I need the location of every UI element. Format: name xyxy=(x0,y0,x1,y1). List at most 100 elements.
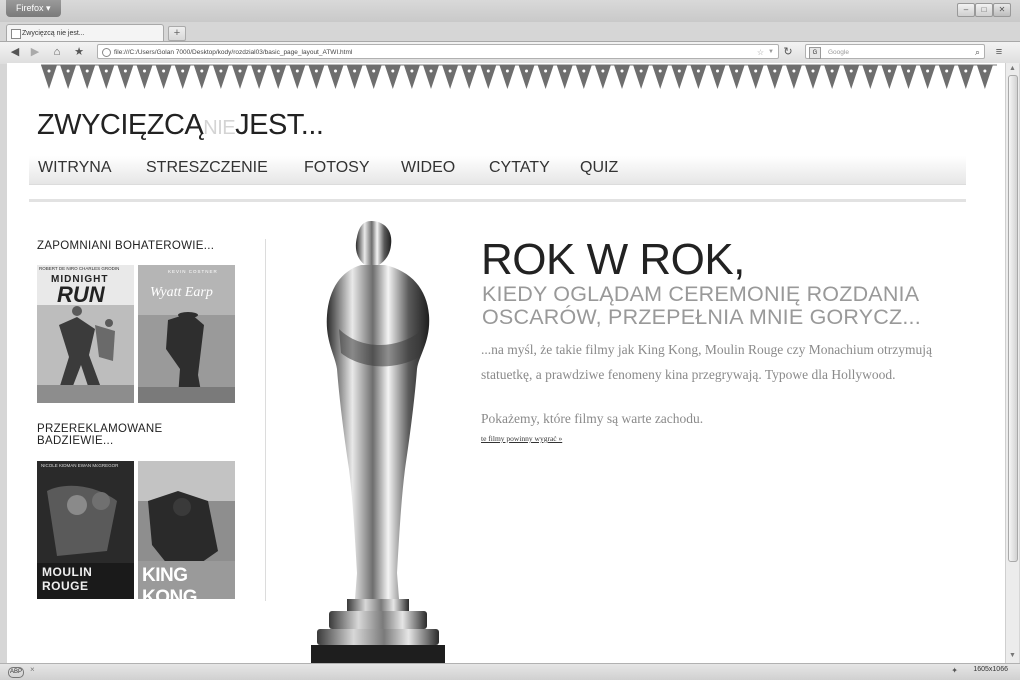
chevron-down-icon[interactable]: ▼ xyxy=(768,45,774,58)
bunting-flag xyxy=(174,65,191,89)
menu-item-fotosy[interactable]: FOTOSY xyxy=(304,159,370,177)
bunting-flag xyxy=(136,65,153,89)
bunting-flag xyxy=(403,65,420,89)
bunting-flag xyxy=(79,65,96,89)
bunting-star xyxy=(639,69,643,73)
poster-midnight-run[interactable]: ROBERT DE NIRO CHARLES GRODIN MIDNIGHT R… xyxy=(37,265,134,403)
bunting-flag xyxy=(346,65,363,89)
navigation-bar: ◀ ▶ ⌂ ★ file:///C:/Users/Golan 7000/Desk… xyxy=(0,41,1020,64)
bunting-star xyxy=(467,69,471,73)
bunting-star xyxy=(391,69,395,73)
site-identity-icon[interactable] xyxy=(102,48,111,57)
close-icon[interactable]: × xyxy=(30,665,35,674)
bunting-flag xyxy=(957,65,974,89)
bunting-flag xyxy=(709,65,726,89)
bunting-flag xyxy=(594,65,611,89)
bunting-flag xyxy=(824,65,841,89)
search-input[interactable]: G Google ⌕ xyxy=(805,44,985,59)
bunting-star xyxy=(525,69,528,73)
bunting-star xyxy=(830,69,834,73)
poster-king-kong[interactable]: KING KONG xyxy=(138,461,235,599)
bunting-star xyxy=(907,69,910,73)
bunting-flag xyxy=(155,65,172,89)
bunting-flag xyxy=(270,65,287,89)
forward-icon[interactable]: ▶ xyxy=(28,44,42,60)
bunting-star xyxy=(334,69,337,73)
bunting-flag xyxy=(442,65,459,89)
poster-title-b: RUN xyxy=(57,282,105,307)
bunting-star xyxy=(696,69,700,73)
close-icon[interactable]: ✕ xyxy=(993,3,1011,17)
vertical-scrollbar[interactable]: ▲ ▼ xyxy=(1005,63,1019,663)
bunting-flag xyxy=(919,65,936,89)
scroll-up-icon[interactable]: ▲ xyxy=(1008,64,1017,73)
addon-icon[interactable]: ≡ xyxy=(992,44,1006,60)
site-title-end: JEST... xyxy=(235,109,324,141)
bookmarks-icon[interactable]: ★ xyxy=(72,44,86,60)
bunting-flag xyxy=(766,65,783,89)
bunting-flag xyxy=(652,65,669,89)
tab-active[interactable]: Zwycięzcą nie jest... xyxy=(6,24,164,41)
bunting-star xyxy=(964,69,968,73)
reload-icon[interactable]: ↻ xyxy=(781,44,795,60)
maximize-icon[interactable]: □ xyxy=(975,3,993,17)
bunting-flag xyxy=(671,65,688,89)
status-bar: ABP × ✦ 1605x1066 xyxy=(0,663,1020,680)
bunting-star xyxy=(926,69,930,73)
home-icon[interactable]: ⌂ xyxy=(50,44,64,60)
back-icon[interactable]: ◀ xyxy=(8,44,22,60)
scroll-thumb[interactable] xyxy=(1008,75,1018,562)
poster-moulin-rouge[interactable]: NICOLE KIDMAN EWAN McGREGOR MOULIN ROUGE xyxy=(37,461,134,599)
scroll-down-icon[interactable]: ▼ xyxy=(1008,651,1017,660)
menu-item-witryna[interactable]: WITRYNA xyxy=(38,159,111,177)
poster-actors: NICOLE KIDMAN EWAN McGREGOR xyxy=(41,463,119,468)
bunting-star xyxy=(410,69,414,73)
bunting-flag xyxy=(384,65,401,89)
bunting-flag xyxy=(193,65,210,89)
bunting-flag xyxy=(747,65,764,89)
poster-wyatt-earp[interactable]: KEVIN COSTNER Wyatt Earp xyxy=(138,265,235,403)
status-resolution: 1605x1066 xyxy=(973,666,1008,673)
bunting-flag xyxy=(633,65,650,89)
menu-item-cytaty[interactable]: CYTATY xyxy=(489,159,550,177)
star-icon[interactable]: ☆ xyxy=(757,45,764,58)
firefox-menu-button[interactable]: Firefox ▾ xyxy=(6,0,61,17)
main-subheadline: KIEDY OGLĄDAM CEREMONIĘ ROZDANIA OSCARÓW… xyxy=(482,282,921,329)
bunting-flag xyxy=(518,65,535,89)
bunting-star xyxy=(295,69,299,73)
search-icon[interactable]: ⌕ xyxy=(975,45,980,60)
bunting-flag xyxy=(575,65,592,89)
winners-link[interactable]: te filmy powinny wygrać » xyxy=(481,434,562,443)
poster-title: Wyatt Earp xyxy=(150,285,213,300)
url-bar[interactable]: file:///C:/Users/Golan 7000/Desktop/kody… xyxy=(97,44,779,59)
sidebar-heading-overrated: PRZEREKLAMOWANE BADZIEWIE... xyxy=(37,423,162,447)
bunting-flag xyxy=(423,65,439,89)
bunting-star xyxy=(945,69,949,73)
bunting-flag xyxy=(537,65,554,89)
bunting-flag xyxy=(41,65,57,89)
extension-icon[interactable]: ✦ xyxy=(951,666,958,675)
bunting-star xyxy=(486,69,490,73)
adblock-icon[interactable]: ABP xyxy=(8,667,24,678)
bunting-star xyxy=(47,69,51,73)
main-headline: ROK W ROK, xyxy=(481,235,745,284)
bunting-flag xyxy=(251,65,268,89)
poster-title: KING KONG xyxy=(142,565,198,599)
header-divider xyxy=(29,199,966,202)
menu-item-wideo[interactable]: WIDEO xyxy=(401,159,455,177)
bunting-flag xyxy=(461,65,478,89)
site-title-main: ZWYCIĘZCĄ xyxy=(37,109,204,141)
minimize-icon[interactable]: – xyxy=(957,3,975,17)
bunting-star xyxy=(754,69,758,73)
search-engine-icon[interactable]: G xyxy=(809,47,821,59)
menu-item-streszczenie[interactable]: STRESZCZENIE xyxy=(146,159,268,177)
bunting-star xyxy=(811,69,815,73)
page-viewport: ZWYCIĘZCĄNIEJEST... WITRYNA STRESZCZENIE… xyxy=(7,63,1005,663)
bunting-star xyxy=(66,69,70,73)
bunting-star xyxy=(181,69,185,73)
bunting-star xyxy=(735,69,739,73)
sidebar-heading-line2: BADZIEWIE... xyxy=(37,435,114,447)
new-tab-button[interactable]: + xyxy=(168,26,186,41)
bunting-star xyxy=(143,69,146,73)
menu-item-quiz[interactable]: QUIZ xyxy=(580,159,618,177)
